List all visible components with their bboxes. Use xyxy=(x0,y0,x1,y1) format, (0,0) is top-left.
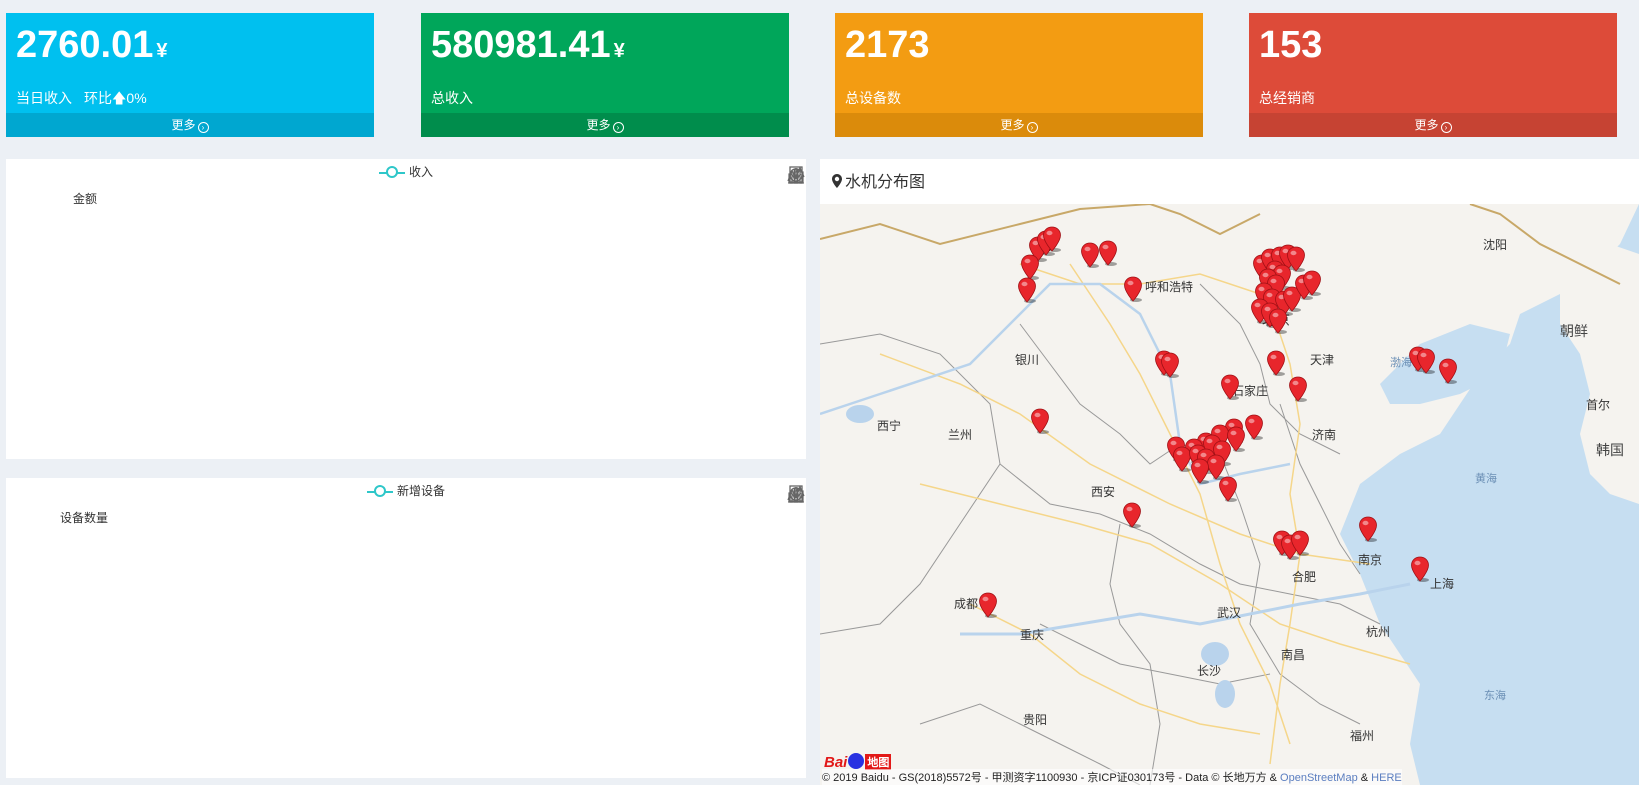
more-link[interactable]: 更多 › xyxy=(421,113,789,137)
location-marker-icon[interactable] xyxy=(1416,348,1436,374)
devices-chart-panel: 新增设备 6 台3 台0 台2019-02-062019-02-082019-0… xyxy=(6,478,806,778)
more-link[interactable]: 更多 › xyxy=(1249,113,1617,137)
arrow-up-icon: 🡅 xyxy=(112,90,127,106)
location-marker-icon[interactable] xyxy=(1098,240,1118,266)
location-marker-icon[interactable] xyxy=(1288,376,1308,402)
city-label: 成都 xyxy=(954,597,979,611)
city-label: 杭州 xyxy=(1366,625,1391,639)
city-label: 西安 xyxy=(1091,485,1116,499)
location-marker-icon[interactable] xyxy=(1266,350,1286,376)
location-marker-icon[interactable] xyxy=(1438,358,1458,384)
distribution-map[interactable]: 沈阳 朝鲜 呼和浩特 北京 天津 渤海 银川 石家庄 西宁 兰州 济南 首尔 韩… xyxy=(820,204,1639,785)
income-line-chart xyxy=(6,159,806,459)
total-dealers-value: 153 xyxy=(1259,24,1323,66)
city-label: 银川 xyxy=(1015,353,1040,367)
arrow-circle-right-icon: › xyxy=(612,122,624,133)
location-marker-icon[interactable] xyxy=(1290,530,1310,556)
city-label: 上海 xyxy=(1430,577,1455,591)
city-label: 重庆 xyxy=(1020,628,1045,642)
location-marker-icon[interactable] xyxy=(1302,270,1322,296)
total-dealers-card: 153 总经销商 更多 › xyxy=(1249,13,1617,137)
city-label: 武汉 xyxy=(1217,606,1242,620)
more-link[interactable]: 更多 › xyxy=(6,113,374,137)
city-label: 长沙 xyxy=(1197,664,1222,678)
sea-label: 黄海 xyxy=(1475,473,1497,485)
location-marker-icon[interactable] xyxy=(1190,458,1210,484)
total-devices-card: 2173 总设备数 更多 › xyxy=(835,13,1203,137)
location-marker-icon[interactable] xyxy=(1017,277,1037,303)
city-label: 天津 xyxy=(1310,353,1335,367)
city-label: 福州 xyxy=(1350,729,1375,743)
location-marker-icon[interactable] xyxy=(1080,242,1100,268)
location-marker-icon[interactable] xyxy=(1123,276,1143,302)
city-label: 西宁 xyxy=(877,419,902,433)
map-title: 水机分布图 xyxy=(845,174,926,191)
total-dealers-label: 总经销商 xyxy=(1259,90,1315,106)
devices-line-chart xyxy=(6,478,806,778)
total-income-card: 580981.41 ¥ 总收入 更多 › xyxy=(421,13,789,137)
location-marker-icon[interactable] xyxy=(1042,226,1062,252)
currency-unit: ¥ xyxy=(613,40,625,62)
daily-income-label: 当日收入 xyxy=(16,90,72,106)
arrow-circle-right-icon: › xyxy=(197,122,209,133)
map-copyright: © 2019 Baidu - GS(2018)5572号 - 甲测资字11009… xyxy=(822,769,1402,785)
arrow-circle-right-icon: › xyxy=(1026,122,1038,133)
ratio-value: 0% xyxy=(126,90,147,106)
daily-income-value: 2760.01 xyxy=(16,24,154,66)
city-label: 合肥 xyxy=(1292,570,1317,584)
location-marker-icon[interactable] xyxy=(978,592,998,618)
ratio-label: 环比 xyxy=(84,90,112,106)
more-link[interactable]: 更多 › xyxy=(835,113,1203,137)
city-label: 呼和浩特 xyxy=(1145,280,1194,294)
arrow-circle-right-icon: › xyxy=(1440,122,1452,133)
location-marker-icon[interactable] xyxy=(1244,414,1264,440)
location-marker-icon[interactable] xyxy=(1220,374,1240,400)
location-marker-icon[interactable] xyxy=(1226,426,1246,452)
location-marker-icon[interactable] xyxy=(1218,476,1238,502)
here-link[interactable]: HERE xyxy=(1371,772,1402,784)
currency-unit: ¥ xyxy=(156,40,168,62)
daily-income-card: 2760.01 ¥ 当日收入 环比🡅0% 更多 › xyxy=(6,13,374,137)
country-label: 韩国 xyxy=(1596,442,1624,458)
openstreetmap-link[interactable]: OpenStreetMap xyxy=(1280,772,1358,784)
city-label: 沈阳 xyxy=(1483,238,1508,252)
location-marker-icon[interactable] xyxy=(1410,556,1430,582)
country-label: 朝鲜 xyxy=(1560,323,1588,339)
city-label: 贵阳 xyxy=(1023,713,1048,727)
baidu-paw-icon xyxy=(848,753,865,769)
total-income-value: 580981.41 xyxy=(431,24,611,66)
city-label: 南昌 xyxy=(1281,648,1306,662)
total-devices-label: 总设备数 xyxy=(845,90,901,106)
city-label: 首尔 xyxy=(1586,398,1611,412)
city-label: 济南 xyxy=(1312,428,1337,442)
map-panel: 水机分布图 沈阳 朝鲜 呼和浩特 天津 渤海 银川 石家庄 西宁 兰州 济南 首… xyxy=(820,159,1639,785)
total-devices-value: 2173 xyxy=(845,24,930,66)
location-marker-icon[interactable] xyxy=(1358,516,1378,542)
total-income-label: 总收入 xyxy=(431,90,473,106)
location-marker-icon[interactable] xyxy=(1030,408,1050,434)
location-marker-icon[interactable] xyxy=(1122,502,1142,528)
income-chart-panel: 收入 6,900 元3,450 元0 元2019-02-062019-02-08… xyxy=(6,159,806,459)
sea-label: 东海 xyxy=(1484,690,1506,702)
city-label: 兰州 xyxy=(948,428,973,442)
location-marker-icon[interactable] xyxy=(1160,352,1180,378)
map-marker-icon xyxy=(832,174,842,188)
city-label: 南京 xyxy=(1358,553,1383,567)
